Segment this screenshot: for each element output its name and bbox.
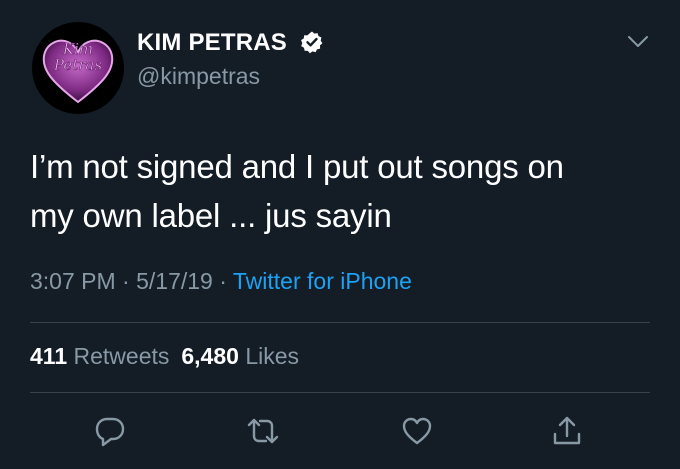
- tweet-text-line-1: I’m not signed and I put out songs on: [30, 148, 564, 185]
- retweets-stat[interactable]: 411 Retweets: [30, 343, 169, 369]
- avatar-text-bottom: Petras: [53, 56, 102, 74]
- display-name[interactable]: KIM PETRAS: [137, 29, 287, 57]
- divider: [30, 392, 650, 393]
- share-icon[interactable]: [550, 414, 584, 448]
- tweet-text-line-2: my own label ... jus sayin: [30, 197, 392, 234]
- likes-label: Likes: [245, 343, 300, 369]
- likes-count: 6,480: [181, 343, 239, 369]
- tweet-source-link[interactable]: Twitter for iPhone: [233, 268, 412, 294]
- avatar[interactable]: Kim Petras: [32, 22, 124, 114]
- retweets-label: Retweets: [73, 343, 170, 369]
- user-handle[interactable]: @kimpetras: [137, 63, 260, 90]
- retweets-count: 411: [30, 343, 68, 369]
- divider: [30, 322, 650, 323]
- meta-separator: ·: [219, 268, 227, 294]
- reply-icon[interactable]: [93, 414, 127, 448]
- meta-separator: ·: [122, 268, 130, 294]
- retweet-icon[interactable]: [246, 414, 280, 448]
- tweet-stats: 411 Retweets 6,480 Likes: [30, 343, 299, 370]
- like-icon[interactable]: [400, 414, 434, 448]
- tweet-meta: 3:07 PM · 5/17/19 · Twitter for iPhone: [30, 268, 412, 295]
- chevron-down-icon[interactable]: [626, 34, 650, 50]
- avatar-heart-logo: Kim Petras: [42, 40, 114, 104]
- likes-stat[interactable]: 6,480 Likes: [181, 343, 299, 369]
- tweet-time[interactable]: 3:07 PM: [30, 268, 116, 294]
- tweet-card: Kim Petras KIM PETRAS @kimpetras I’m not…: [0, 0, 680, 469]
- tweet-date[interactable]: 5/17/19: [136, 268, 213, 294]
- tweet-text: I’m not signed and I put out songs on my…: [30, 142, 650, 240]
- verified-badge-icon: [301, 31, 323, 54]
